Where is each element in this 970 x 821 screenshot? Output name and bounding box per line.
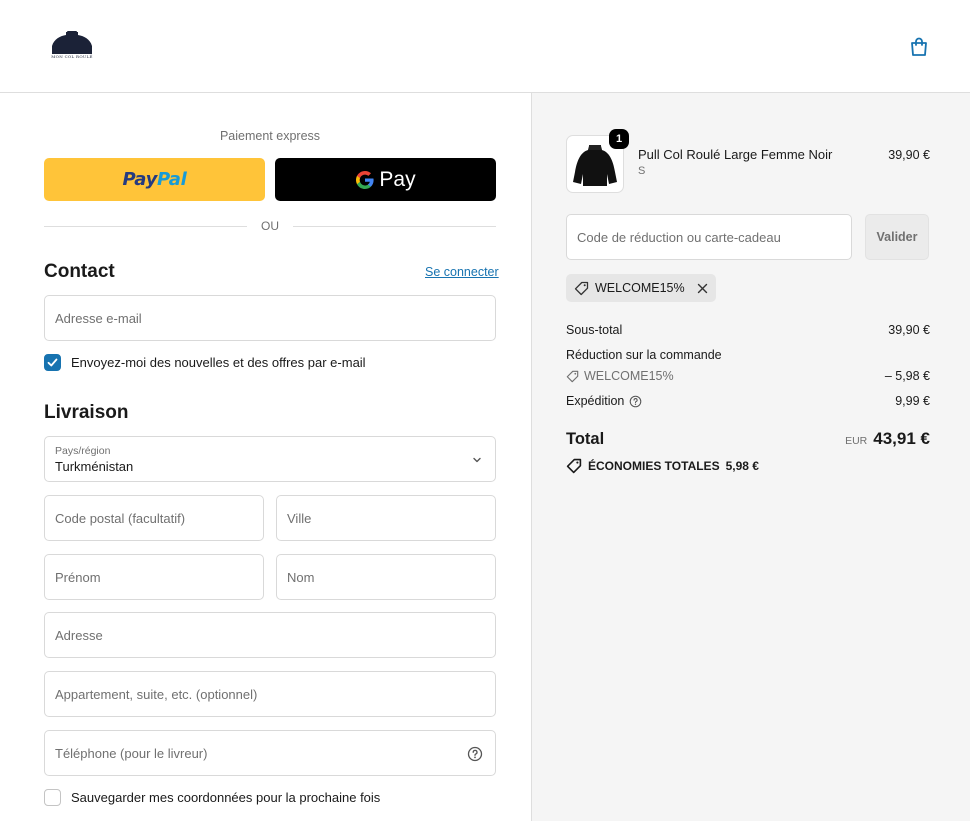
google-pay-label: Pay (379, 167, 416, 191)
paypal-logo: PayPal (122, 169, 187, 190)
applied-discount-chip: WELCOME15% (566, 274, 716, 302)
shipping-row: Expédition 9,99 € (566, 394, 930, 408)
google-pay-button[interactable]: Pay (275, 158, 496, 201)
checkout-form: Paiement express PayPal Pay OU Contact S… (0, 93, 532, 821)
save-info-checkbox-row[interactable]: Sauvegarder mes coordonnées pour la proc… (44, 789, 380, 806)
save-info-label: Sauvegarder mes coordonnées pour la proc… (71, 790, 381, 805)
city-field[interactable]: Ville (276, 495, 496, 541)
total-savings: ÉCONOMIES TOTALES 5,98 € (566, 458, 759, 474)
shopping-bag-icon[interactable] (908, 36, 930, 58)
shipping-value: 9,99 € (895, 394, 930, 408)
shipping-label: Expédition (566, 394, 625, 408)
last-name-field[interactable]: Nom (276, 554, 496, 600)
order-discount-label: Réduction sur la commande (566, 348, 722, 362)
total-value-group: EUR 43,91 € (845, 429, 930, 449)
help-circle-icon[interactable] (467, 746, 483, 762)
tag-icon (574, 281, 589, 295)
newsletter-checkbox-row[interactable]: Envoyez-moi des nouvelles et des offres … (44, 354, 366, 371)
quantity-badge: 1 (609, 129, 629, 149)
logo-text: MON COL ROULÉ (51, 54, 93, 59)
close-icon (697, 283, 707, 293)
subtotal-row: Sous-total 39,90 € (566, 323, 930, 337)
first-name-field[interactable]: Prénom (44, 554, 264, 600)
savings-label: ÉCONOMIES TOTALES (588, 459, 720, 473)
turtleneck-logo-icon (52, 31, 92, 54)
order-discount-value: – 5,98 € (884, 369, 930, 383)
contact-title: Contact (44, 261, 115, 282)
store-logo[interactable]: MON COL ROULÉ (50, 30, 94, 62)
help-circle-icon[interactable] (629, 395, 642, 408)
applied-discount-code: WELCOME15% (595, 281, 685, 295)
phone-field[interactable]: Téléphone (pour le livreur) (44, 730, 496, 776)
product-name: Pull Col Roulé Large Femme Noir (638, 147, 833, 162)
paypal-button[interactable]: PayPal (44, 158, 265, 201)
email-field[interactable]: Adresse e-mail (44, 295, 496, 341)
newsletter-checkbox[interactable] (44, 354, 61, 371)
chevron-down-icon (473, 457, 481, 463)
tag-icon (566, 370, 579, 382)
order-discount-code-row: WELCOME15% – 5,98 € (566, 369, 930, 383)
order-discount-code: WELCOME15% (584, 369, 674, 383)
subtotal-label: Sous-total (566, 323, 623, 337)
apartment-field[interactable]: Appartement, suite, etc. (optionnel) (44, 671, 496, 717)
tag-icon (566, 458, 582, 474)
save-info-checkbox[interactable] (44, 789, 61, 806)
country-select[interactable]: Pays/région Turkménistan (44, 436, 496, 482)
google-g-icon (356, 170, 375, 189)
express-checkout-title: Paiement express (219, 129, 321, 143)
delivery-title: Livraison (44, 402, 129, 423)
total-amount: 43,91 € (873, 429, 930, 448)
subtotal-value: 39,90 € (888, 323, 930, 337)
total-label: Total (566, 430, 605, 448)
newsletter-label: Envoyez-moi des nouvelles et des offres … (71, 355, 366, 370)
discount-code-field[interactable]: Code de réduction ou carte-cadeau (566, 214, 852, 260)
apply-discount-button[interactable]: Valider (865, 214, 929, 260)
savings-value: 5,98 € (725, 459, 759, 473)
total-currency: EUR (845, 435, 868, 447)
signin-link[interactable]: Se connecter (425, 265, 499, 279)
product-variant: S (638, 165, 646, 177)
order-summary: 1 Pull Col Roulé Large Femme Noir S 39,9… (532, 93, 970, 821)
address-field[interactable]: Adresse (44, 612, 496, 658)
remove-discount-button[interactable] (697, 283, 708, 294)
check-icon (47, 358, 58, 367)
or-divider: OU (44, 219, 496, 233)
order-discount-row: Réduction sur la commande (566, 348, 930, 362)
product-price: 39,90 € (888, 148, 930, 162)
page-header: MON COL ROULÉ (0, 0, 970, 93)
postal-code-field[interactable]: Code postal (facultatif) (44, 495, 264, 541)
